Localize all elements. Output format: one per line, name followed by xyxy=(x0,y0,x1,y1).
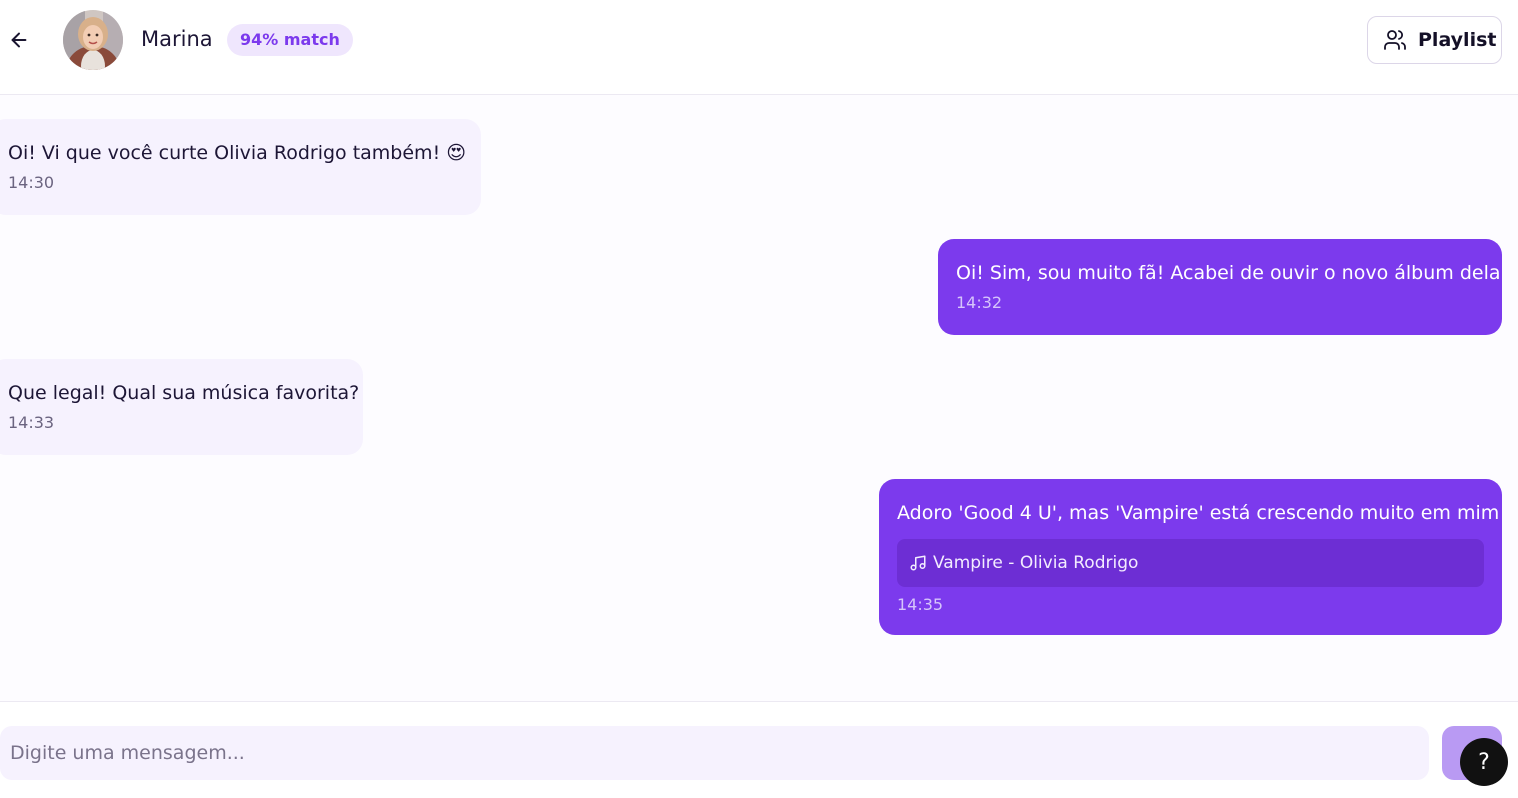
match-badge: 94% match xyxy=(227,24,353,56)
chat-header: Marina 94% match Playlist xyxy=(0,0,1518,95)
message-time: 14:33 xyxy=(8,413,55,432)
song-attachment[interactable]: Vampire - Olivia Rodrigo xyxy=(897,539,1484,587)
playlist-label: Playlist xyxy=(1418,29,1497,51)
message-time: 14:30 xyxy=(8,173,55,192)
message-text: Adoro 'Good 4 U', mas 'Vampire' está cre… xyxy=(897,502,1500,524)
users-icon xyxy=(1384,30,1406,50)
message-text: Que legal! Qual sua música favorita? xyxy=(8,382,360,404)
playlist-button[interactable]: Playlist xyxy=(1367,16,1502,64)
message-time: 14:32 xyxy=(956,293,1003,312)
message-bubble-outgoing: Oi! Sim, sou muito fã! Acabei de ouvir o… xyxy=(938,239,1502,335)
message-bubble-incoming: Oi! Vi que você curte Olivia Rodrigo tam… xyxy=(0,119,481,215)
contact-name: Marina xyxy=(141,27,213,51)
message-input[interactable] xyxy=(0,726,1429,780)
help-button[interactable]: ? xyxy=(1460,738,1508,786)
message-text: Oi! Vi que você curte Olivia Rodrigo tam… xyxy=(8,142,467,164)
song-label: Vampire - Olivia Rodrigo xyxy=(933,553,1139,573)
message-text: Oi! Sim, sou muito fã! Acabei de ouvir o… xyxy=(956,262,1501,284)
message-time: 14:35 xyxy=(897,595,944,614)
arrow-left-icon xyxy=(11,32,27,48)
message-composer: ? xyxy=(0,701,1518,798)
avatar[interactable] xyxy=(63,10,123,70)
message-bubble-incoming: Que legal! Qual sua música favorita? 14:… xyxy=(0,359,363,455)
music-note-icon xyxy=(910,555,926,571)
message-bubble-outgoing: Adoro 'Good 4 U', mas 'Vampire' está cre… xyxy=(879,479,1502,635)
back-button[interactable] xyxy=(4,24,34,56)
